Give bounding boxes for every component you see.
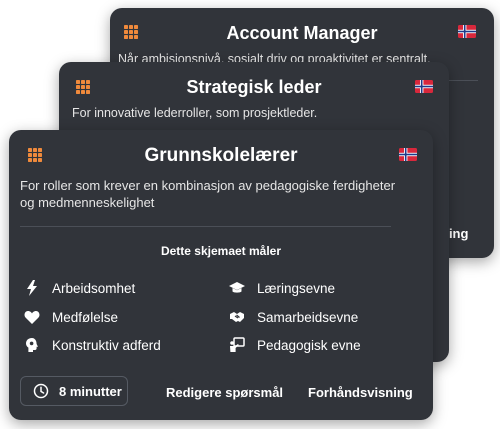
- duration-label: 8 minutter: [59, 383, 122, 399]
- teacher-board-icon: [230, 337, 245, 352]
- card-description: For roller som krever en kombinasjon av …: [20, 178, 396, 210]
- edit-questions-button[interactable]: Redigere spørsmål: [166, 385, 283, 400]
- trait-konstruktiv-adferd: Konstruktiv adferd: [24, 337, 161, 353]
- trait-pedagogisk-evne: Pedagogisk evne: [229, 337, 361, 353]
- lightning-icon: [27, 280, 37, 296]
- card-title: Strategisk leder: [186, 77, 322, 97]
- assessment-card-grunnskolelaerer[interactable]: Grunnskolelærer For roller som krever en…: [9, 130, 433, 420]
- trait-arbeidsomhet: Arbeidsomhet: [24, 280, 135, 296]
- card-description: For innovative lederroller, som prosjekt…: [72, 106, 318, 120]
- section-title: Dette skjemaet måler: [160, 244, 282, 258]
- preview-button[interactable]: Forhåndsvisning: [308, 385, 413, 400]
- trait-label: Læringsevne: [257, 280, 336, 296]
- trait-label: Samarbeidsevne: [257, 309, 359, 325]
- heart-icon: [24, 311, 40, 324]
- clock-icon: [33, 383, 49, 399]
- trait-label: Konstruktiv adferd: [52, 337, 161, 353]
- handshake-icon: [230, 312, 244, 322]
- brain-icon: [26, 338, 38, 352]
- trait-label: Pedagogisk evne: [257, 337, 361, 353]
- trait-samarbeidsevne: Samarbeidsevne: [229, 309, 358, 325]
- norway-flag-icon: [458, 25, 476, 38]
- norway-flag-icon: [399, 148, 417, 161]
- trait-medfolelse: Medfølelse: [24, 309, 118, 325]
- trait-label: Arbeidsomhet: [52, 280, 136, 296]
- card-title: Account Manager: [226, 23, 378, 43]
- divider: [20, 226, 391, 227]
- card-title: Grunnskolelærer: [144, 145, 298, 166]
- trait-label: Medfølelse: [52, 309, 119, 325]
- norway-flag-icon: [415, 80, 433, 93]
- trait-laeringsevne: Læringsevne: [229, 280, 335, 296]
- duration-badge: 8 minutter: [20, 376, 128, 406]
- graduation-cap-icon: [229, 282, 245, 293]
